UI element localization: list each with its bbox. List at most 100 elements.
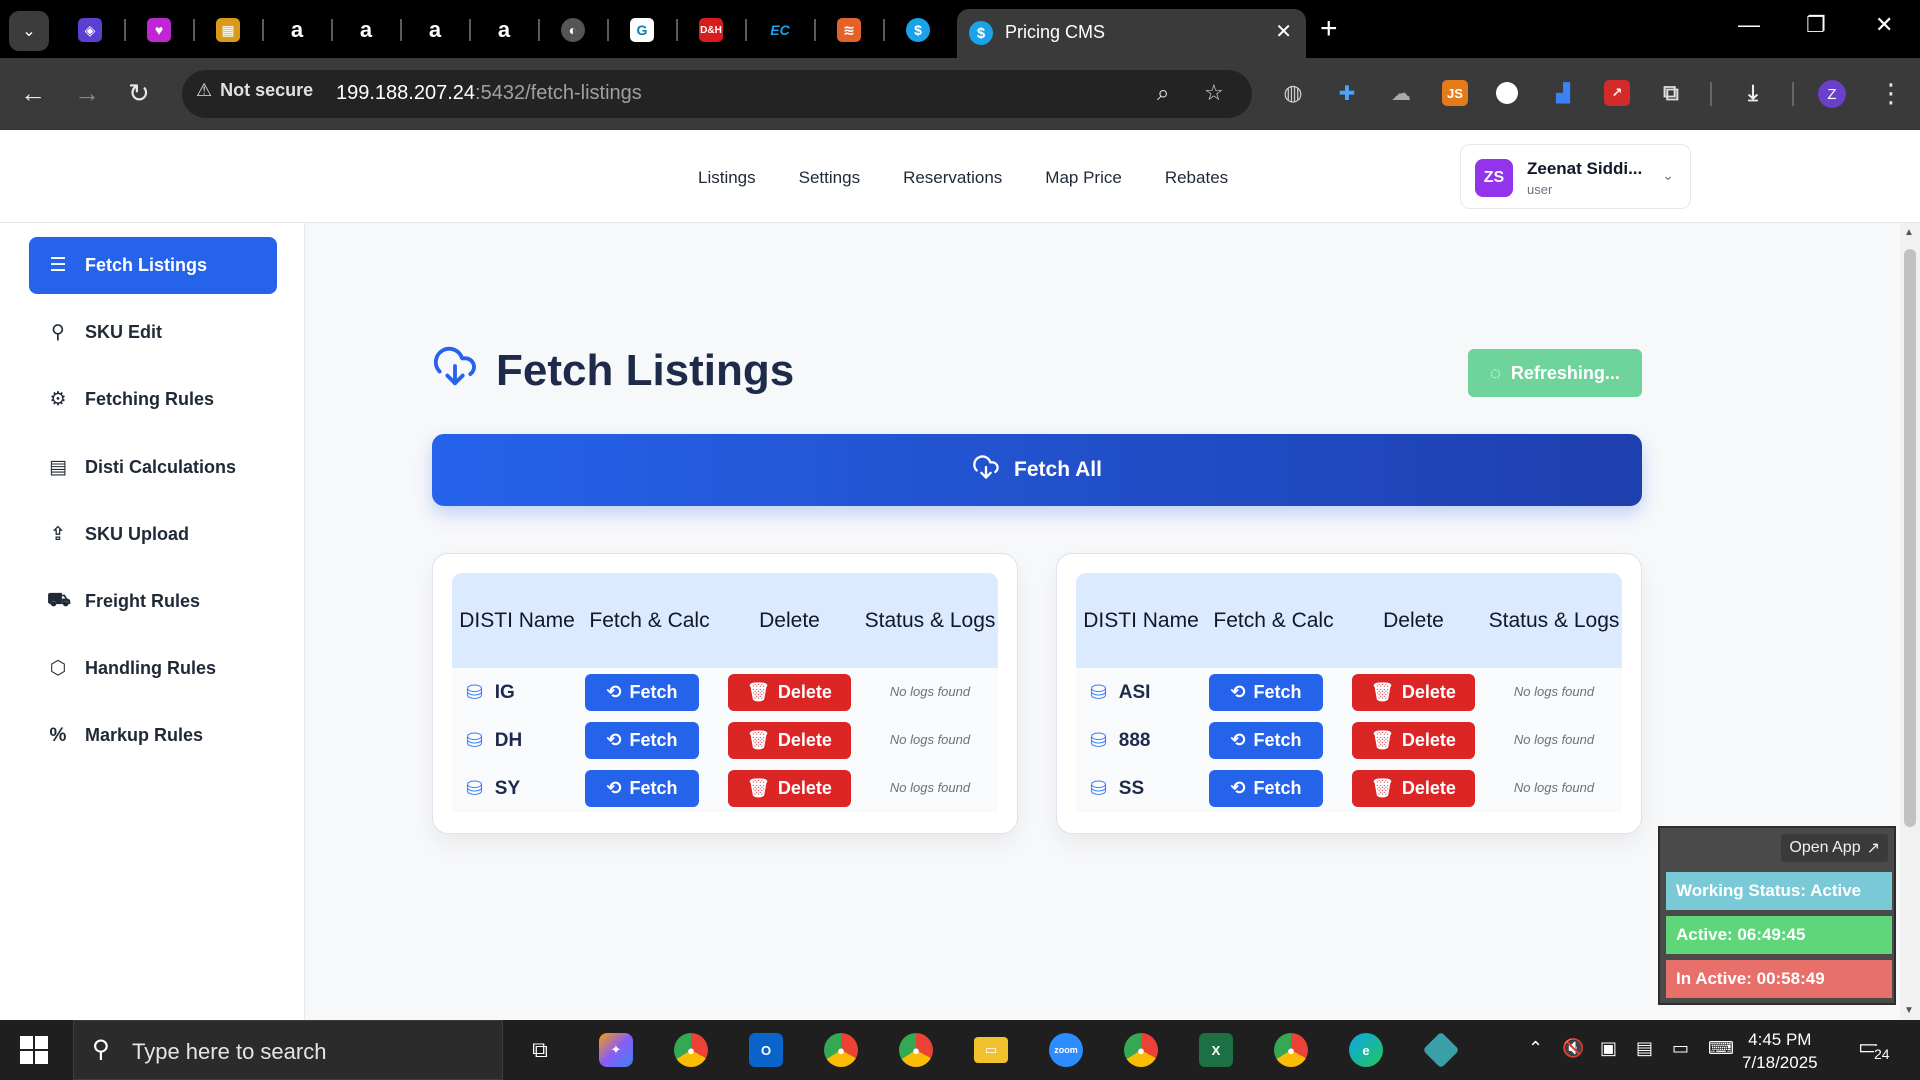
copilot-icon[interactable]: ✦: [596, 1030, 636, 1070]
nav-link-settings[interactable]: Settings: [799, 168, 860, 188]
active-tab[interactable]: $ Pricing CMS ✕: [957, 9, 1306, 58]
notification-center-icon[interactable]: ▭ 24: [1858, 1034, 1890, 1062]
sidebar-item-markup-rules[interactable]: % Markup Rules: [29, 707, 277, 764]
network-icon[interactable]: ⌨: [1708, 1038, 1734, 1059]
fetch-button[interactable]: ⟲ Fetch: [585, 722, 699, 759]
delete-button[interactable]: 🗑 Delete: [728, 722, 851, 759]
show-hidden-icons[interactable]: ⌃: [1528, 1038, 1543, 1059]
pinned-tab-amazon[interactable]: a: [346, 10, 386, 50]
close-window-button[interactable]: ✕: [1875, 12, 1893, 38]
chrome-active-icon[interactable]: ●: [1253, 1020, 1329, 1080]
open-app-button[interactable]: Open App ↗: [1781, 834, 1888, 862]
delete-button[interactable]: 🗑 Delete: [1352, 770, 1475, 807]
security-chip[interactable]: ⚠ Not secure: [196, 80, 313, 101]
sidebar-item-freight-rules[interactable]: ⛟ Freight Rules: [29, 573, 277, 630]
mute-icon[interactable]: 🔇: [1562, 1038, 1584, 1059]
sidebar-item-sku-edit[interactable]: ⚲ SKU Edit: [29, 304, 277, 361]
delete-button[interactable]: 🗑 Delete: [1352, 674, 1475, 711]
nav-link-reservations[interactable]: Reservations: [903, 168, 1002, 188]
fetch-button[interactable]: ⟲ Fetch: [585, 770, 699, 807]
bookmark-star-icon[interactable]: ☆: [1204, 80, 1224, 106]
meet-icon[interactable]: ▤: [1636, 1038, 1653, 1059]
device-icon[interactable]: ▣: [1600, 1038, 1617, 1059]
chart-extension-icon[interactable]: ▟: [1550, 80, 1576, 106]
page-scrollbar[interactable]: ▲ ▼: [1900, 223, 1920, 1020]
user-menu[interactable]: ZS Zeenat Siddi... user ⌄: [1460, 144, 1691, 209]
nav-link-map-price[interactable]: Map Price: [1045, 168, 1122, 188]
battery-icon[interactable]: ▭: [1672, 1038, 1689, 1059]
pinned-tab-cube[interactable]: ◈: [70, 10, 110, 50]
sidebar-item-handling-rules[interactable]: ⬡ Handling Rules: [29, 640, 277, 697]
chrome-profile-icon[interactable]: ●: [821, 1030, 861, 1070]
plus-extension-icon[interactable]: ✚: [1334, 80, 1360, 106]
pinned-tab-amazon[interactable]: a: [484, 10, 524, 50]
pinned-tab-ec[interactable]: EC: [760, 10, 800, 50]
sidebar-item-disti-calculations[interactable]: ▤ Disti Calculations: [29, 439, 277, 496]
taskbar-search[interactable]: ⚲ Type here to search: [73, 1020, 503, 1080]
task-view-icon[interactable]: ⧉: [520, 1030, 560, 1070]
chevron-down-icon: ⌄: [1662, 167, 1674, 183]
back-button[interactable]: ←: [20, 78, 46, 108]
minimize-button[interactable]: —: [1738, 12, 1760, 38]
fetch-button[interactable]: ⟲ Fetch: [1209, 722, 1323, 759]
chrome-profile-icon[interactable]: ●: [671, 1030, 711, 1070]
tab-search-button[interactable]: ⌄: [9, 11, 49, 51]
pinned-tab-dh[interactable]: D&H: [691, 10, 731, 50]
sidebar-item-label: SKU Edit: [85, 322, 163, 342]
chrome-icon[interactable]: ●: [1121, 1030, 1161, 1070]
nav-link-listings[interactable]: Listings: [698, 168, 756, 188]
reload-button[interactable]: ↻: [128, 78, 150, 108]
pinned-tab-g[interactable]: G: [622, 10, 662, 50]
globe-extension-icon[interactable]: ◍: [1280, 80, 1306, 106]
pinned-tab-amazon[interactable]: a: [277, 10, 317, 50]
scroll-up-arrow[interactable]: ▲: [1904, 227, 1914, 238]
new-tab-button[interactable]: +: [1320, 12, 1338, 46]
scrollbar-thumb[interactable]: [1904, 249, 1916, 827]
pinned-tab-heart[interactable]: ♥: [139, 10, 179, 50]
delete-button[interactable]: 🗑 Delete: [728, 674, 851, 711]
download-icon[interactable]: ⤓: [1740, 80, 1766, 106]
pinned-tab-globe[interactable]: ◐: [553, 10, 593, 50]
zoom-icon[interactable]: zoom: [1046, 1030, 1086, 1070]
fetch-button[interactable]: ⟲ Fetch: [1209, 674, 1323, 711]
file-explorer-icon[interactable]: ▭: [971, 1030, 1011, 1070]
cloud-extension-icon[interactable]: ☁: [1388, 80, 1414, 106]
chrome-profile-icon[interactable]: ●: [896, 1030, 936, 1070]
edge-icon[interactable]: e: [1346, 1030, 1386, 1070]
excel-icon[interactable]: X: [1196, 1030, 1236, 1070]
arrow-extension-icon[interactable]: ↗: [1604, 80, 1630, 106]
js-extension-icon[interactable]: JS: [1442, 80, 1468, 106]
zoom-icon[interactable]: ⌕: [1157, 80, 1169, 106]
fetch-button[interactable]: ⟲ Fetch: [1209, 770, 1323, 807]
pinned-tab-dollar[interactable]: $: [898, 10, 938, 50]
restore-button[interactable]: ❐: [1806, 12, 1826, 38]
nav-link-rebates[interactable]: Rebates: [1165, 168, 1228, 188]
url-text[interactable]: 199.188.207.24:5432/fetch-listings: [336, 82, 642, 105]
sidebar-item-fetch-listings[interactable]: ☰ Fetch Listings: [29, 237, 277, 294]
pinned-tab-box[interactable]: ▦: [208, 10, 248, 50]
fetch-button[interactable]: ⟲ Fetch: [585, 674, 699, 711]
windows-start-icon[interactable]: [20, 1036, 48, 1064]
profile-avatar[interactable]: Z: [1818, 80, 1846, 108]
app-diamond-icon[interactable]: [1421, 1030, 1461, 1070]
pinned-tab-amazon[interactable]: a: [415, 10, 455, 50]
refresh-button[interactable]: ◌ Refreshing...: [1468, 349, 1642, 397]
taskbar-clock[interactable]: 4:45 PM 7/18/2025: [1742, 1028, 1818, 1074]
scroll-down-arrow[interactable]: ▼: [1904, 1005, 1914, 1016]
puzzle-extension-icon[interactable]: ⧉: [1658, 80, 1684, 106]
outlook-icon[interactable]: O: [746, 1030, 786, 1070]
open-app-label: Open App: [1789, 839, 1861, 856]
sidebar-item-fetching-rules[interactable]: ⚙ Fetching Rules: [29, 371, 277, 428]
delete-label: Delete: [1401, 778, 1456, 798]
pinned-tab-stack[interactable]: ≋: [829, 10, 869, 50]
chrome-menu-icon[interactable]: ⋮: [1878, 78, 1904, 109]
close-tab-icon[interactable]: ✕: [1275, 19, 1292, 44]
disti-name-text: 888: [1118, 729, 1151, 751]
forward-button[interactable]: →: [74, 78, 100, 108]
circle-extension-icon[interactable]: [1496, 82, 1518, 104]
sidebar-item-sku-upload[interactable]: ⇪ SKU Upload: [29, 506, 277, 563]
fetch-all-button[interactable]: Fetch All: [432, 434, 1642, 506]
delete-button[interactable]: 🗑 Delete: [1352, 722, 1475, 759]
address-bar[interactable]: ⚠ Not secure 199.188.207.24:5432/fetch-l…: [182, 70, 1252, 118]
delete-button[interactable]: 🗑 Delete: [728, 770, 851, 807]
